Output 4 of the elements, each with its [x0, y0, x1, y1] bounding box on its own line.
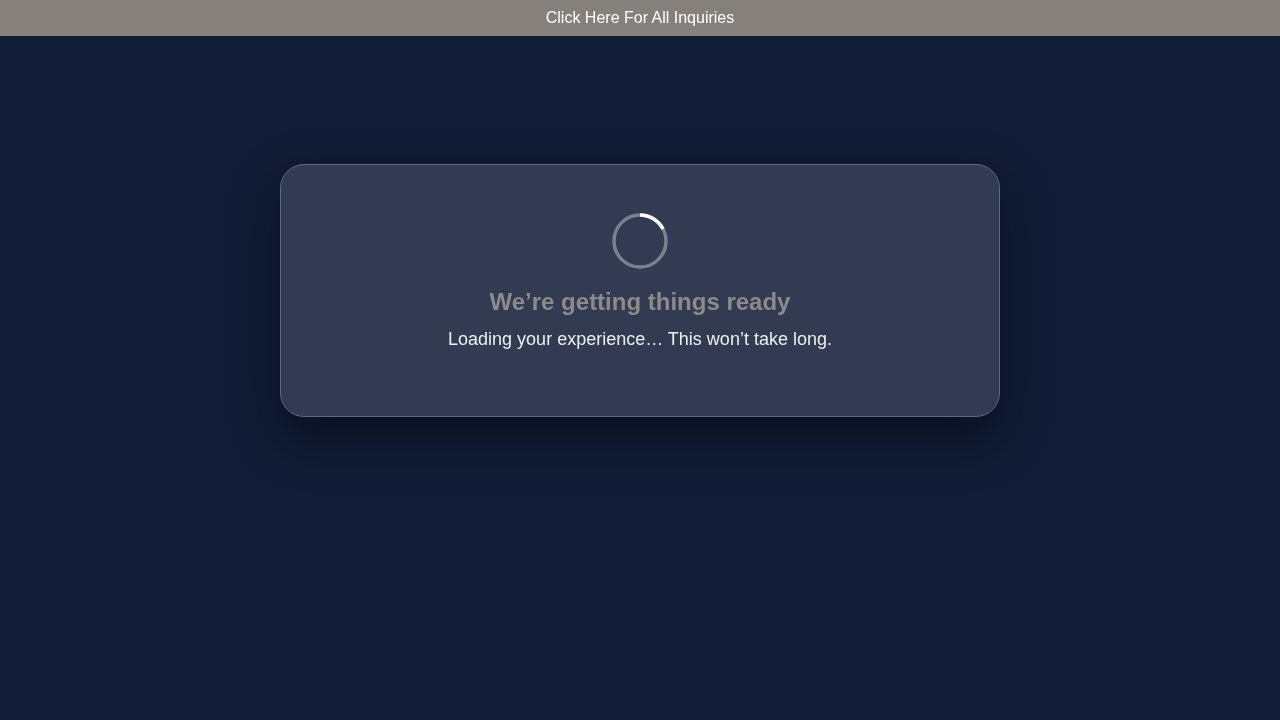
inquiries-link[interactable]: Click Here For All Inquiries — [0, 0, 1280, 36]
loading-message: Loading your experience… This won’t take long. — [448, 328, 832, 351]
loading-title: We’re getting things ready — [489, 287, 791, 317]
spinner-icon — [611, 212, 669, 270]
